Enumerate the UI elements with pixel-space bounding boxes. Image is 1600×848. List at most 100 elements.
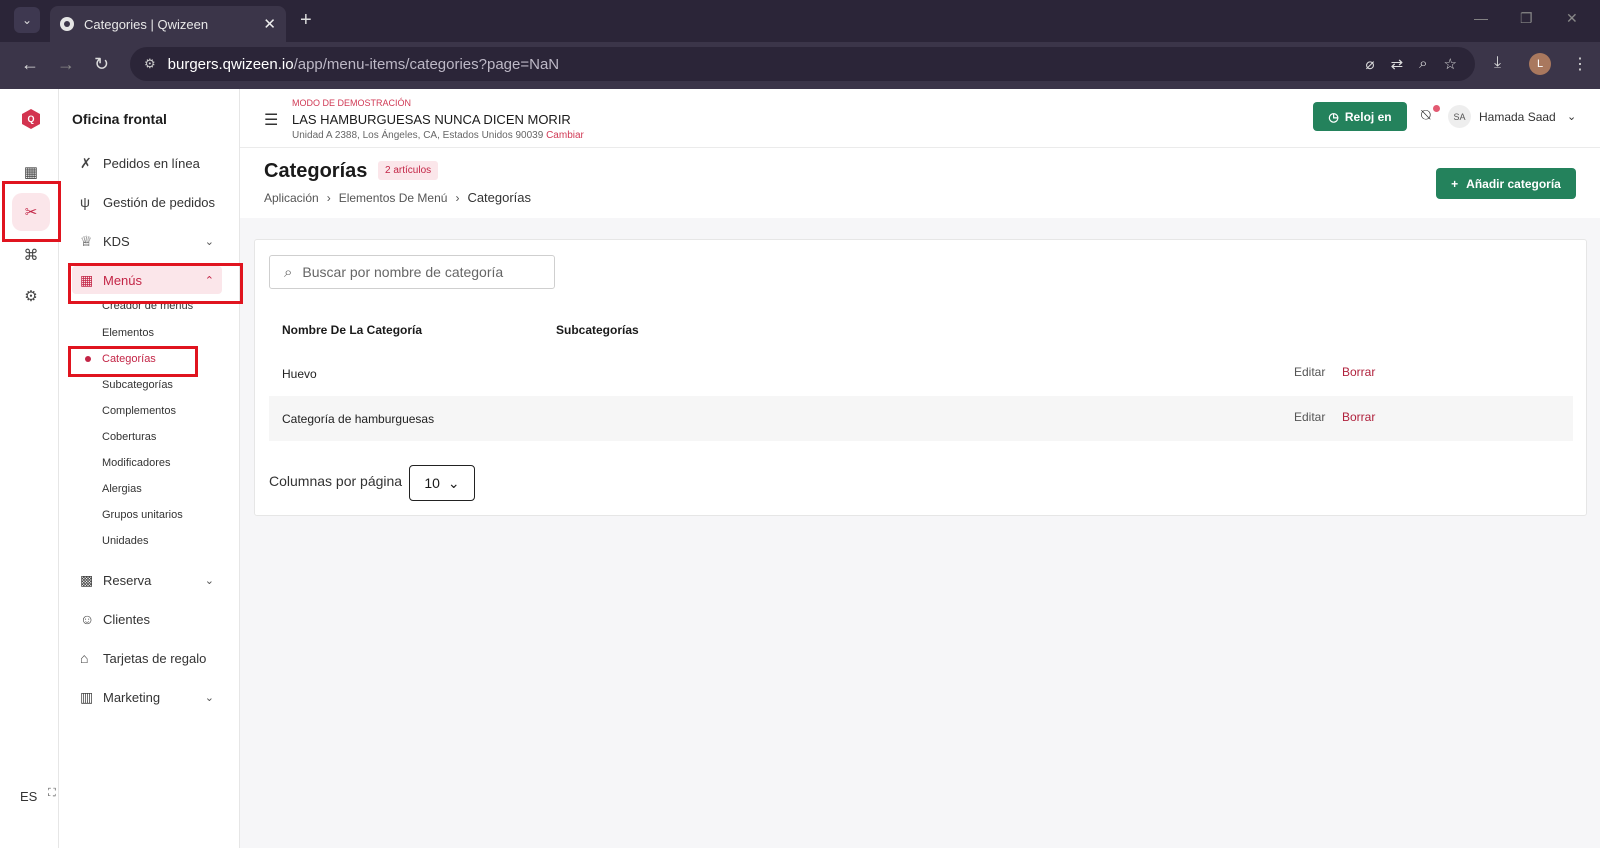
minimize-icon[interactable]: — xyxy=(1474,10,1488,26)
chevron-down-icon: ⌄ xyxy=(204,574,214,587)
page-header: Categorías 2 artículos Aplicación › Elem… xyxy=(240,148,1600,218)
demo-mode-label: MODO DE DEMOSTRACIÓN xyxy=(292,98,412,108)
browser-toolbar: ← → ↻ ⚙ burgers.qwizeen.io/app/menu-item… xyxy=(0,42,1600,89)
app-root: Q ▦ ✂ ⌘ ⚙ ES ⛶ Oficina frontal ✗ Pedidos… xyxy=(0,89,1600,848)
rows-per-page-label: Columnas por página xyxy=(269,473,403,489)
sub-item-categories[interactable]: Categorías xyxy=(102,353,156,365)
sidebar-item-label: Pedidos en línea xyxy=(103,155,200,171)
search-icon: ⌕ xyxy=(284,263,293,281)
active-dot-icon xyxy=(85,356,91,362)
restore-icon[interactable]: ❐ xyxy=(1520,10,1533,27)
breadcrumb-menu-items[interactable]: Elementos De Menú xyxy=(339,191,448,205)
grid-icon: ▦ xyxy=(80,271,94,288)
sidebar-item-order-management[interactable]: ψ Gestión de pedidos xyxy=(72,188,222,216)
sidebar-item-kds[interactable]: ♕ KDS ⌄ xyxy=(72,227,222,255)
location-off-icon[interactable]: ⌀ xyxy=(1366,55,1375,73)
change-location-link[interactable]: Cambiar xyxy=(546,130,584,141)
sidebar-item-online-orders[interactable]: ✗ Pedidos en línea xyxy=(72,149,222,177)
chevron-down-icon: ⌄ xyxy=(204,691,214,704)
clock-in-button[interactable]: ◷ Reloj en xyxy=(1313,102,1407,131)
sidebar-item-reservation[interactable]: ▩ Reserva ⌄ xyxy=(72,566,222,594)
qwizeen-logo[interactable]: Q xyxy=(22,109,40,129)
reload-icon[interactable]: ↻ xyxy=(94,54,109,75)
chevron-right-icon: › xyxy=(455,190,460,205)
user-name[interactable]: Hamada Saad xyxy=(1479,110,1556,124)
dashboard-icon[interactable]: ▦ xyxy=(20,161,42,183)
expand-icon[interactable]: ⛶ xyxy=(48,787,56,800)
favicon-icon xyxy=(60,17,74,31)
sub-item-units[interactable]: Unidades xyxy=(102,535,148,547)
sub-item-modifiers[interactable]: Modificadores xyxy=(102,457,170,469)
sidebar-item-gift-cards[interactable]: ⌂ Tarjetas de regalo xyxy=(72,644,222,672)
url-path: /app/menu-items/categories?page=NaN xyxy=(293,55,560,73)
settings-gear-icon[interactable]: ⚙ xyxy=(20,285,42,307)
sidebar-item-label: Menús xyxy=(103,272,143,288)
zoom-icon[interactable]: ⌕ xyxy=(1419,55,1427,73)
delete-link[interactable]: Borrar xyxy=(1342,410,1375,424)
site-settings-icon[interactable]: ⚙ xyxy=(144,56,156,72)
sub-item-addons[interactable]: Complementos xyxy=(102,405,176,417)
category-name: Huevo xyxy=(282,367,317,381)
gift-icon: ⌂ xyxy=(80,650,89,666)
sub-item-elements[interactable]: Elementos xyxy=(102,327,154,339)
add-category-button[interactable]: + Añadir categoría xyxy=(1436,168,1576,199)
browser-menu-icon[interactable]: ⋮ xyxy=(1572,54,1588,74)
add-category-label: Añadir categoría xyxy=(1466,176,1561,191)
categories-card: ⌕ Buscar por nombre de categoría Nombre … xyxy=(254,239,1587,516)
fork-knife-icon: ✗ xyxy=(80,154,92,171)
edit-link[interactable]: Editar xyxy=(1294,410,1325,424)
front-office-icon[interactable]: ✂ xyxy=(12,193,50,231)
category-name: Categoría de hamburguesas xyxy=(282,412,435,426)
close-window-icon[interactable]: ✕ xyxy=(1566,10,1578,27)
breadcrumb-app[interactable]: Aplicación xyxy=(264,191,319,205)
chevron-down-icon[interactable]: ⌄ xyxy=(1567,110,1576,123)
address-text: Unidad A 2388, Los Ángeles, CA, Estados … xyxy=(292,130,544,141)
sidebar-item-marketing[interactable]: ▥ Marketing ⌄ xyxy=(72,683,222,711)
utensils-icon: ψ xyxy=(80,194,90,210)
avatar[interactable]: SA xyxy=(1448,105,1471,128)
language-selector[interactable]: ES xyxy=(20,789,37,804)
hamburger-menu-icon[interactable]: ☰ xyxy=(264,110,278,130)
translate-icon[interactable]: ⇄ xyxy=(1391,55,1404,73)
browser-tab[interactable]: Categories | Qwizeen ✕ xyxy=(50,6,286,42)
address-bar[interactable]: ⚙ burgers.qwizeen.io/app/menu-items/cate… xyxy=(130,47,1475,81)
browser-tab-bar: ⌄ Categories | Qwizeen ✕ + — ❐ ✕ xyxy=(0,0,1600,42)
plus-icon: + xyxy=(1451,176,1459,191)
users-icon: ☺ xyxy=(80,611,95,627)
profile-avatar[interactable]: L xyxy=(1529,53,1551,75)
column-header-category-name[interactable]: Nombre De La Categoría xyxy=(282,323,422,337)
search-input[interactable]: ⌕ Buscar por nombre de categoría xyxy=(269,255,555,289)
new-tab-icon[interactable]: + xyxy=(300,9,312,32)
forward-icon[interactable]: → xyxy=(57,54,75,75)
bookmark-star-icon[interactable]: ☆ xyxy=(1444,55,1457,73)
tab-search-button[interactable]: ⌄ xyxy=(14,7,40,33)
edit-link[interactable]: Editar xyxy=(1294,365,1325,379)
rows-per-page-select[interactable]: 10 ⌄ xyxy=(409,465,475,501)
download-icon[interactable]: ⤓ xyxy=(1494,54,1501,72)
breadcrumb: Aplicación › Elementos De Menú › Categor… xyxy=(264,190,531,205)
column-header-subcategories[interactable]: Subcategorías xyxy=(556,323,639,337)
chevron-down-icon: ⌄ xyxy=(204,235,214,248)
back-icon[interactable]: ← xyxy=(21,54,39,75)
notifications-off-icon[interactable]: ⍉ xyxy=(1421,107,1431,125)
sidebar-item-label: KDS xyxy=(103,233,130,249)
sidebar-item-menus[interactable]: ▦ Menús ⌃ xyxy=(72,266,222,294)
sidebar-item-customers[interactable]: ☺ Clientes xyxy=(72,605,222,633)
rows-per-page-value: 10 xyxy=(424,475,440,491)
sub-item-allergies[interactable]: Alergias xyxy=(102,483,142,495)
sub-item-subcategories[interactable]: Subcategorías xyxy=(102,379,173,391)
search-placeholder: Buscar por nombre de categoría xyxy=(302,264,504,280)
notification-dot xyxy=(1433,105,1440,112)
organization-icon[interactable]: ⌘ xyxy=(20,244,42,266)
sidebar-item-label: Clientes xyxy=(103,611,150,627)
page-title: Categorías xyxy=(264,160,368,182)
chevron-up-icon: ⌃ xyxy=(204,274,214,287)
close-tab-icon[interactable]: ✕ xyxy=(263,15,276,33)
sub-item-menu-builder[interactable]: Creador de menús xyxy=(102,300,193,312)
sub-item-toppings[interactable]: Coberturas xyxy=(102,431,156,443)
sidebar-item-label: Gestión de pedidos xyxy=(103,194,216,210)
sub-item-unit-groups[interactable]: Grupos unitarios xyxy=(102,509,183,521)
delete-link[interactable]: Borrar xyxy=(1342,365,1375,379)
sidebar-item-label: Reserva xyxy=(103,572,152,588)
top-bar: ☰ MODO DE DEMOSTRACIÓN LAS HAMBURGUESAS … xyxy=(240,89,1600,148)
